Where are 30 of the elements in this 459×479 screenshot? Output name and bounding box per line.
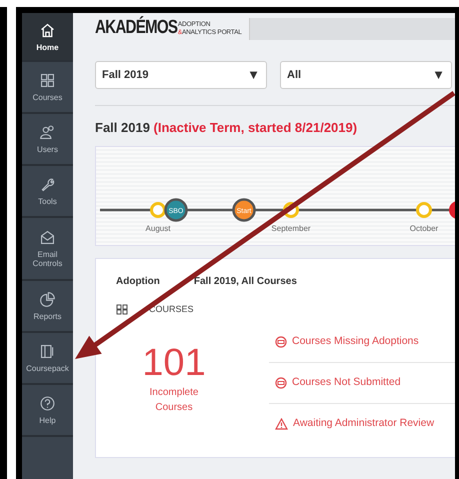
home-icon: [39, 22, 56, 38]
book-icon: [39, 343, 56, 360]
milestone-marker[interactable]: [449, 200, 455, 218]
card-title: Fall 2019, All Courses: [194, 276, 297, 286]
month-label: August: [146, 224, 170, 232]
grid-icon: [39, 72, 56, 89]
milestone-marker[interactable]: [150, 202, 166, 218]
pie-chart-icon: [39, 291, 56, 308]
wrench-icon: [39, 176, 56, 193]
select-field[interactable]: Fall 2019 ▼: [95, 61, 267, 89]
course-count: 101: [141, 342, 207, 382]
count-label: Incomplete Courses: [148, 386, 200, 414]
month-label: September: [271, 224, 311, 232]
sidebar-item[interactable]: Home: [22, 13, 73, 62]
logo-text: AKADÉMOS: [95, 15, 178, 40]
users-icon: [39, 124, 56, 141]
month-label: October: [410, 224, 438, 232]
grid-icon: [116, 304, 128, 315]
select-field[interactable]: All ▼: [280, 61, 452, 89]
help-icon: [39, 395, 56, 412]
status-link[interactable]: Courses Missing Adoptions: [269, 322, 455, 362]
term-heading: Fall 2019 (Inactive Term, started 8/21/2019): [95, 119, 358, 137]
card-title: Adoption: [116, 276, 160, 286]
blocked-icon: [275, 376, 287, 388]
status-link[interactable]: Courses Not Submitted: [269, 362, 455, 404]
envelope-icon: [39, 229, 56, 246]
blocked-icon: [275, 336, 287, 348]
warning-icon: [275, 418, 288, 430]
status-link[interactable]: Awaiting Administrator Review: [269, 404, 455, 444]
milestone-marker[interactable]: [416, 202, 432, 218]
